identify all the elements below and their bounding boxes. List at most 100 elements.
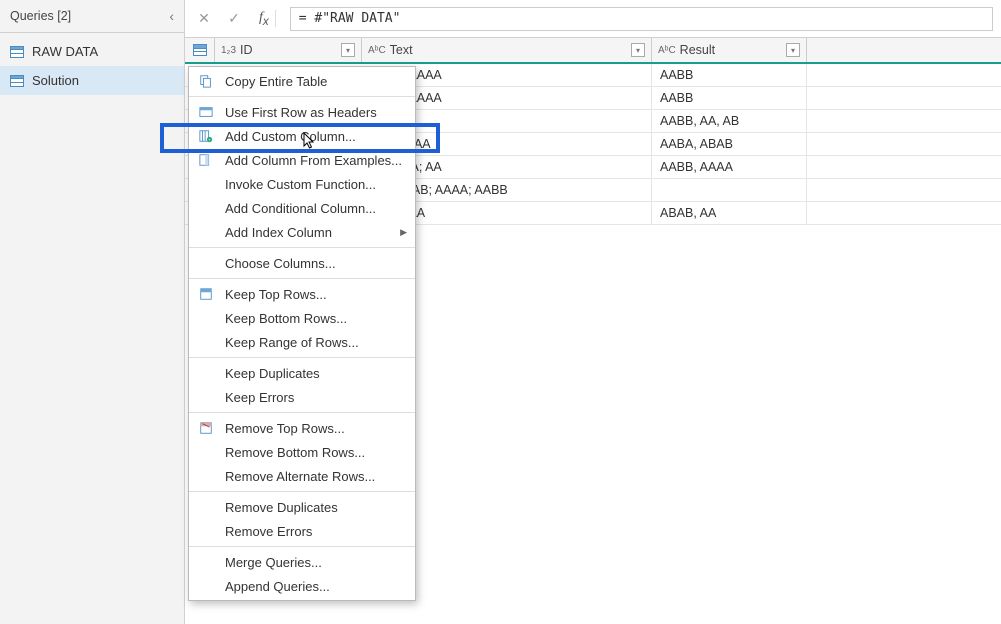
- cell-result[interactable]: AABB: [652, 64, 807, 86]
- menu-item-label: Remove Bottom Rows...: [225, 445, 365, 460]
- menu-item-add-custom-column[interactable]: + Add Custom Column...: [189, 124, 415, 148]
- query-label: RAW DATA: [32, 44, 98, 59]
- blank-icon: [197, 200, 215, 216]
- menu-item-label: Add Index Column: [225, 225, 332, 240]
- menu-separator: [189, 278, 415, 279]
- query-list: RAW DATA Solution: [0, 33, 184, 95]
- formula-input[interactable]: [290, 7, 993, 31]
- menu-item-add-column-from-examples[interactable]: Add Column From Examples...: [189, 148, 415, 172]
- menu-item-merge-queries[interactable]: Merge Queries...: [189, 550, 415, 574]
- sidebar-header: Queries [2] ‹: [0, 0, 184, 33]
- cell-result[interactable]: AABB, AA, AB: [652, 110, 807, 132]
- menu-item-remove-bottom-rows[interactable]: Remove Bottom Rows...: [189, 440, 415, 464]
- column-label: Result: [680, 43, 715, 57]
- cell-result[interactable]: [652, 179, 807, 201]
- menu-item-keep-duplicates[interactable]: Keep Duplicates: [189, 361, 415, 385]
- menu-item-label: Keep Range of Rows...: [225, 335, 359, 350]
- sidebar-title: Queries [2]: [10, 9, 71, 23]
- table-context-menu: Copy Entire Table Use First Row as Header…: [188, 66, 416, 601]
- query-item-raw-data[interactable]: RAW DATA: [0, 37, 184, 66]
- table-icon: [10, 75, 24, 87]
- menu-item-remove-top-rows[interactable]: Remove Top Rows...: [189, 416, 415, 440]
- menu-item-keep-errors[interactable]: Keep Errors: [189, 385, 415, 409]
- menu-separator: [189, 546, 415, 547]
- menu-item-label: Merge Queries...: [225, 555, 322, 570]
- menu-item-label: Remove Alternate Rows...: [225, 469, 375, 484]
- menu-item-remove-alternate-rows[interactable]: Remove Alternate Rows...: [189, 464, 415, 488]
- cell-result[interactable]: AABB: [652, 87, 807, 109]
- menu-item-label: Keep Errors: [225, 390, 294, 405]
- submenu-arrow-icon: ▶: [400, 227, 407, 238]
- menu-item-keep-bottom-rows[interactable]: Keep Bottom Rows...: [189, 306, 415, 330]
- menu-item-append-queries[interactable]: Append Queries...: [189, 574, 415, 598]
- menu-item-use-first-row-as-headers[interactable]: Use First Row as Headers: [189, 100, 415, 124]
- menu-item-label: Invoke Custom Function...: [225, 177, 376, 192]
- menu-separator: [189, 412, 415, 413]
- menu-item-remove-duplicates[interactable]: Remove Duplicates: [189, 495, 415, 519]
- menu-item-invoke-custom-function[interactable]: Invoke Custom Function...: [189, 172, 415, 196]
- addcol-icon: +: [197, 128, 215, 144]
- accept-formula-icon[interactable]: ✓: [223, 8, 245, 30]
- main-panel: ✕ ✓ fx 1₂3ID ▾ AᵇC Text ▾ AᵇC Result ▾ AAB…: [185, 0, 1001, 624]
- header-icon: [197, 104, 215, 120]
- column-header-id[interactable]: 1₂3ID ▾: [215, 38, 362, 62]
- menu-item-remove-errors[interactable]: Remove Errors: [189, 519, 415, 543]
- menu-item-choose-columns[interactable]: Choose Columns...: [189, 251, 415, 275]
- queries-sidebar: Queries [2] ‹ RAW DATA Solution: [0, 0, 185, 624]
- filter-dropdown-icon[interactable]: ▾: [341, 43, 355, 57]
- menu-item-label: Copy Entire Table: [225, 74, 327, 89]
- menu-item-label: Add Column From Examples...: [225, 153, 402, 168]
- menu-item-add-index-column[interactable]: Add Index Column ▶: [189, 220, 415, 244]
- menu-item-label: Keep Duplicates: [225, 366, 320, 381]
- filter-dropdown-icon[interactable]: ▾: [631, 43, 645, 57]
- filter-dropdown-icon[interactable]: ▾: [786, 43, 800, 57]
- menu-item-label: Remove Top Rows...: [225, 421, 345, 436]
- menu-separator: [189, 96, 415, 97]
- menu-item-label: Remove Duplicates: [225, 500, 338, 515]
- cell-result[interactable]: ABAB, AA: [652, 202, 807, 224]
- column-header-text[interactable]: AᵇC Text ▾: [362, 38, 652, 62]
- menu-item-label: Append Queries...: [225, 579, 330, 594]
- table-icon: [10, 46, 24, 58]
- blank-icon: [197, 389, 215, 405]
- column-label: ID: [240, 43, 253, 57]
- menu-item-label: Use First Row as Headers: [225, 105, 377, 120]
- table-corner-button[interactable]: [185, 38, 215, 62]
- blank-icon: [197, 334, 215, 350]
- blank-icon: [197, 444, 215, 460]
- blank-icon: [197, 499, 215, 515]
- addex-icon: [197, 152, 215, 168]
- menu-item-keep-top-rows[interactable]: Keep Top Rows...: [189, 282, 415, 306]
- text-type-icon: AᵇC: [368, 45, 386, 56]
- menu-item-label: Remove Errors: [225, 524, 312, 539]
- svg-text:+: +: [208, 137, 211, 142]
- grid-area: 1₂3ID ▾ AᵇCText ▾ AᵇCResult ▾ AABB ; AA;…: [185, 38, 1001, 624]
- fx-label: fx: [253, 10, 276, 28]
- blank-icon: [197, 365, 215, 381]
- menu-separator: [189, 491, 415, 492]
- remove-icon: [197, 420, 215, 436]
- cell-result[interactable]: AABB, AAAA: [652, 156, 807, 178]
- menu-item-label: Add Custom Column...: [225, 129, 356, 144]
- collapse-sidebar-icon[interactable]: ‹: [169, 8, 174, 24]
- column-label: Text: [390, 43, 413, 57]
- blank-icon: [197, 578, 215, 594]
- blank-icon: [197, 310, 215, 326]
- blank-icon: [197, 224, 215, 240]
- keep-icon: [197, 286, 215, 302]
- blank-icon: [197, 554, 215, 570]
- cancel-formula-icon[interactable]: ✕: [193, 8, 215, 30]
- menu-item-label: Add Conditional Column...: [225, 201, 376, 216]
- menu-item-add-conditional-column[interactable]: Add Conditional Column...: [189, 196, 415, 220]
- cell-result[interactable]: AABA, ABAB: [652, 133, 807, 155]
- menu-item-copy-entire-table[interactable]: Copy Entire Table: [189, 69, 415, 93]
- text-type-icon: AᵇC: [658, 45, 676, 56]
- formula-bar: ✕ ✓ fx: [185, 0, 1001, 38]
- column-header-result[interactable]: AᵇC Result ▾: [652, 38, 807, 62]
- menu-item-keep-range-of-rows[interactable]: Keep Range of Rows...: [189, 330, 415, 354]
- menu-item-label: Keep Top Rows...: [225, 287, 327, 302]
- blank-icon: [197, 255, 215, 271]
- query-item-solution[interactable]: Solution: [0, 66, 184, 95]
- menu-separator: [189, 247, 415, 248]
- grid-header-row: 1₂3ID ▾ AᵇC Text ▾ AᵇC Result ▾: [185, 38, 1001, 64]
